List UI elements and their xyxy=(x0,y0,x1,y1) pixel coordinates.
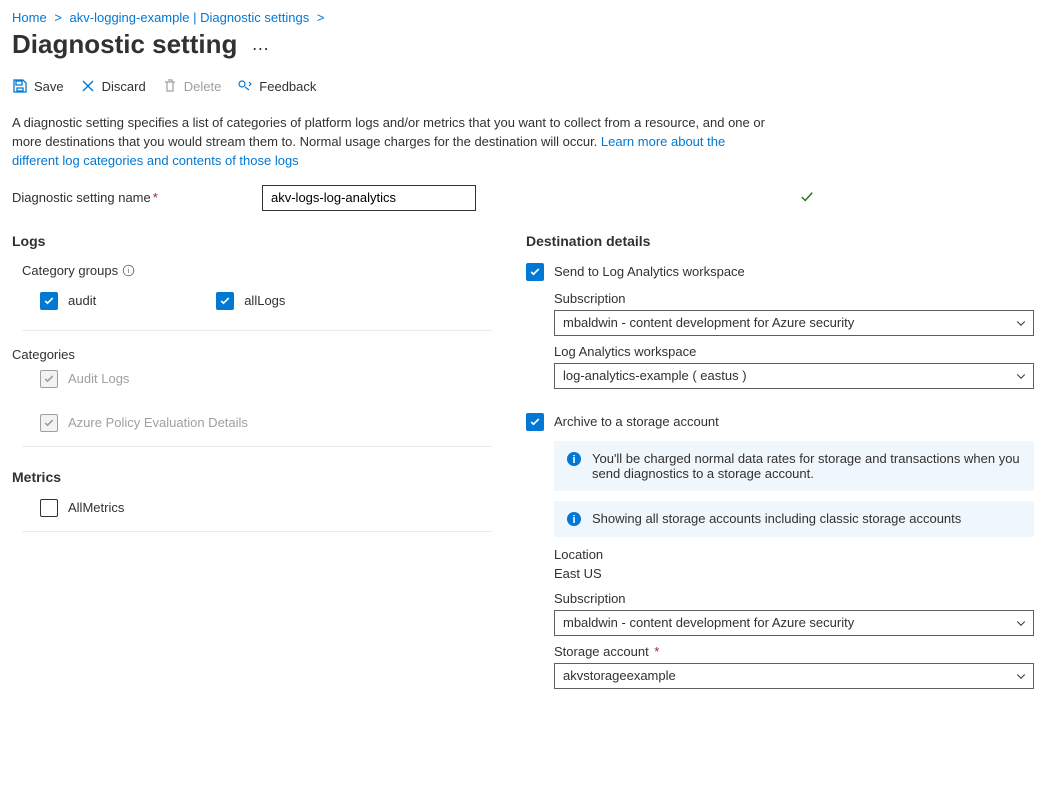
chevron-down-icon xyxy=(1015,670,1027,682)
categories-label: Categories xyxy=(12,347,502,362)
info-text: Showing all storage accounts including c… xyxy=(592,511,961,527)
checkmark-icon xyxy=(800,190,814,204)
save-label: Save xyxy=(34,79,64,94)
audit-label: audit xyxy=(68,293,96,308)
law-workspace-select[interactable]: log-analytics-example ( eastus ) xyxy=(554,363,1034,389)
subscription-value: mbaldwin - content development for Azure… xyxy=(563,315,854,330)
storage-subscription-label: Subscription xyxy=(554,591,1034,606)
chevron-down-icon xyxy=(1015,370,1027,382)
subscription-select[interactable]: mbaldwin - content development for Azure… xyxy=(554,310,1034,336)
divider xyxy=(22,446,492,447)
breadcrumb-home[interactable]: Home xyxy=(12,10,47,25)
storage-account-label: Storage account * xyxy=(554,644,1034,659)
page-title: Diagnostic setting xyxy=(12,29,237,60)
setting-name-input[interactable] xyxy=(262,185,476,211)
policy-checkbox xyxy=(40,414,58,432)
storage-account-value: akvstorageexample xyxy=(563,668,676,683)
info-text: You'll be charged normal data rates for … xyxy=(592,451,1022,481)
auditlogs-checkbox xyxy=(40,370,58,388)
law-label: Send to Log Analytics workspace xyxy=(554,264,745,279)
chevron-right-icon: > xyxy=(54,10,62,25)
law-workspace-value: log-analytics-example ( eastus ) xyxy=(563,368,747,383)
feedback-label: Feedback xyxy=(259,79,316,94)
breadcrumb: Home > akv-logging-example | Diagnostic … xyxy=(12,10,1034,25)
law-workspace-label: Log Analytics workspace xyxy=(554,344,1034,359)
setting-name-label: Diagnostic setting name* xyxy=(12,190,262,205)
info-icon[interactable]: i xyxy=(122,264,135,277)
storage-checkbox[interactable] xyxy=(526,413,544,431)
feedback-icon xyxy=(237,78,253,94)
allmetrics-label: AllMetrics xyxy=(68,500,124,515)
logs-heading: Logs xyxy=(12,233,502,249)
more-actions-button[interactable]: … xyxy=(251,34,269,55)
allmetrics-checkbox[interactable] xyxy=(40,499,58,517)
toolbar: Save Discard Delete Feedback xyxy=(12,78,1034,94)
divider xyxy=(22,531,492,532)
law-checkbox[interactable] xyxy=(526,263,544,281)
storage-label: Archive to a storage account xyxy=(554,414,719,429)
info-banner-charges: i You'll be charged normal data rates fo… xyxy=(554,441,1034,491)
svg-text:i: i xyxy=(572,514,575,526)
audit-checkbox[interactable] xyxy=(40,292,58,310)
close-icon xyxy=(80,78,96,94)
info-icon: i xyxy=(566,511,582,527)
delete-label: Delete xyxy=(184,79,222,94)
info-icon: i xyxy=(566,451,582,481)
chevron-down-icon xyxy=(1015,617,1027,629)
chevron-right-icon: > xyxy=(317,10,325,25)
breadcrumb-resource[interactable]: akv-logging-example | Diagnostic setting… xyxy=(70,10,310,25)
save-button[interactable]: Save xyxy=(12,78,64,94)
category-groups-label: Category groups i xyxy=(22,263,502,278)
alllogs-checkbox[interactable] xyxy=(216,292,234,310)
metrics-heading: Metrics xyxy=(12,469,502,485)
auditlogs-label: Audit Logs xyxy=(68,371,129,386)
subscription-label: Subscription xyxy=(554,291,1034,306)
trash-icon xyxy=(162,78,178,94)
svg-text:i: i xyxy=(572,454,575,466)
discard-button[interactable]: Discard xyxy=(80,78,146,94)
feedback-button[interactable]: Feedback xyxy=(237,78,316,94)
storage-subscription-value: mbaldwin - content development for Azure… xyxy=(563,615,854,630)
storage-subscription-select[interactable]: mbaldwin - content development for Azure… xyxy=(554,610,1034,636)
save-icon xyxy=(12,78,28,94)
description-text: A diagnostic setting specifies a list of… xyxy=(12,114,772,171)
destination-heading: Destination details xyxy=(526,233,1034,249)
location-value: East US xyxy=(554,566,1034,581)
chevron-down-icon xyxy=(1015,317,1027,329)
svg-text:i: i xyxy=(128,265,130,274)
discard-label: Discard xyxy=(102,79,146,94)
policy-label: Azure Policy Evaluation Details xyxy=(68,415,248,430)
storage-account-select[interactable]: akvstorageexample xyxy=(554,663,1034,689)
info-banner-classic: i Showing all storage accounts including… xyxy=(554,501,1034,537)
alllogs-label: allLogs xyxy=(244,293,285,308)
divider xyxy=(22,330,492,331)
location-label: Location xyxy=(554,547,1034,562)
delete-button: Delete xyxy=(162,78,222,94)
